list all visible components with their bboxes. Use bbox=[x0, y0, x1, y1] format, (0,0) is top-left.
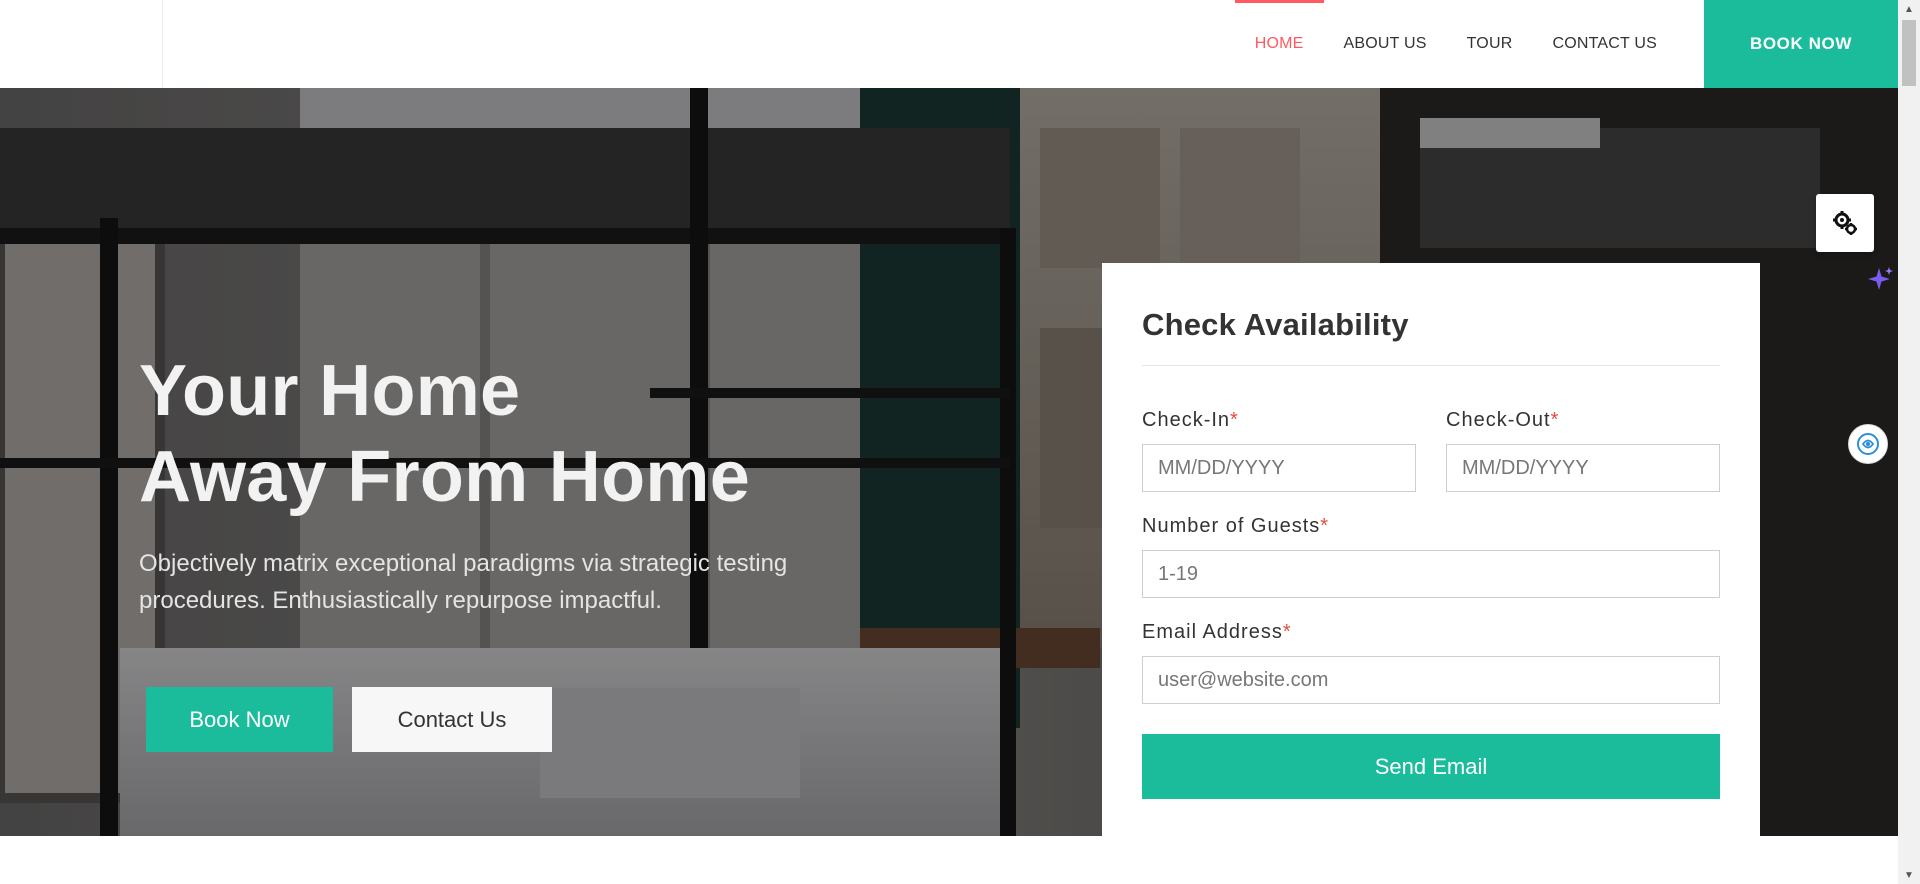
email-label-text: Email Address bbox=[1142, 621, 1283, 643]
guests-input[interactable] bbox=[1142, 550, 1720, 598]
hero-title-line-2: Away From Home bbox=[139, 437, 751, 517]
nav-contact-us[interactable]: CONTACT US bbox=[1532, 0, 1677, 88]
guests-label: Number of Guests* bbox=[1142, 515, 1720, 538]
site-header: HOME ABOUT US TOUR CONTACT US BOOK NOW bbox=[0, 0, 1898, 88]
checkout-field: Check-Out* bbox=[1446, 409, 1720, 492]
checkout-label: Check-Out* bbox=[1446, 409, 1720, 432]
sparkle-button[interactable] bbox=[1862, 262, 1898, 298]
checkin-label: Check-In* bbox=[1142, 409, 1416, 432]
hero-title: Your Home Away From Home bbox=[139, 348, 750, 520]
ai-assistant-button[interactable] bbox=[1848, 424, 1888, 464]
nav-home[interactable]: HOME bbox=[1234, 0, 1324, 88]
title-divider bbox=[1142, 365, 1720, 366]
date-fields-row: Check-In* Check-Out* bbox=[1142, 409, 1720, 492]
guests-field: Number of Guests* bbox=[1142, 515, 1720, 598]
email-label: Email Address* bbox=[1142, 621, 1720, 644]
checkout-input[interactable] bbox=[1446, 444, 1720, 492]
required-mark: * bbox=[1550, 409, 1560, 431]
check-availability-title: Check Availability bbox=[1142, 307, 1409, 342]
email-field: Email Address* bbox=[1142, 621, 1720, 704]
header-book-now-button[interactable]: BOOK NOW bbox=[1704, 0, 1898, 88]
checkin-input[interactable] bbox=[1142, 444, 1416, 492]
ai-assistant-icon bbox=[1857, 433, 1879, 455]
checkout-label-text: Check-Out bbox=[1446, 409, 1551, 431]
gears-icon bbox=[1833, 211, 1857, 235]
main-nav: HOME ABOUT US TOUR CONTACT US BOOK NOW bbox=[1234, 0, 1898, 88]
nav-tour[interactable]: TOUR bbox=[1447, 0, 1533, 88]
checkin-field: Check-In* bbox=[1142, 409, 1416, 492]
guests-label-text: Number of Guests bbox=[1142, 515, 1321, 537]
hero-title-line-1: Your Home bbox=[139, 351, 521, 431]
hero-contact-us-button[interactable]: Contact Us bbox=[352, 687, 552, 752]
checkin-label-text: Check-In bbox=[1142, 409, 1231, 431]
hero-book-now-button[interactable]: Book Now bbox=[146, 687, 333, 752]
required-mark: * bbox=[1282, 621, 1292, 643]
email-input[interactable] bbox=[1142, 656, 1720, 704]
required-mark: * bbox=[1320, 515, 1330, 537]
scrollbar-thumb[interactable] bbox=[1902, 20, 1916, 86]
send-email-button[interactable]: Send Email bbox=[1142, 734, 1720, 799]
sparkle-icon bbox=[1868, 267, 1893, 290]
logo-divider bbox=[162, 0, 163, 88]
scroll-down-arrow-icon[interactable]: ▼ bbox=[1898, 866, 1920, 884]
required-mark: * bbox=[1230, 409, 1239, 431]
settings-button[interactable] bbox=[1816, 194, 1874, 252]
page-scrollbar[interactable]: ▲ ▼ bbox=[1898, 0, 1920, 884]
scroll-up-arrow-icon[interactable]: ▲ bbox=[1898, 0, 1920, 18]
nav-about-us[interactable]: ABOUT US bbox=[1324, 0, 1447, 88]
hero-subtitle: Objectively matrix exceptional paradigms… bbox=[139, 550, 788, 614]
check-availability-card: Check Availability Check-In* Check-Out* … bbox=[1102, 263, 1760, 836]
